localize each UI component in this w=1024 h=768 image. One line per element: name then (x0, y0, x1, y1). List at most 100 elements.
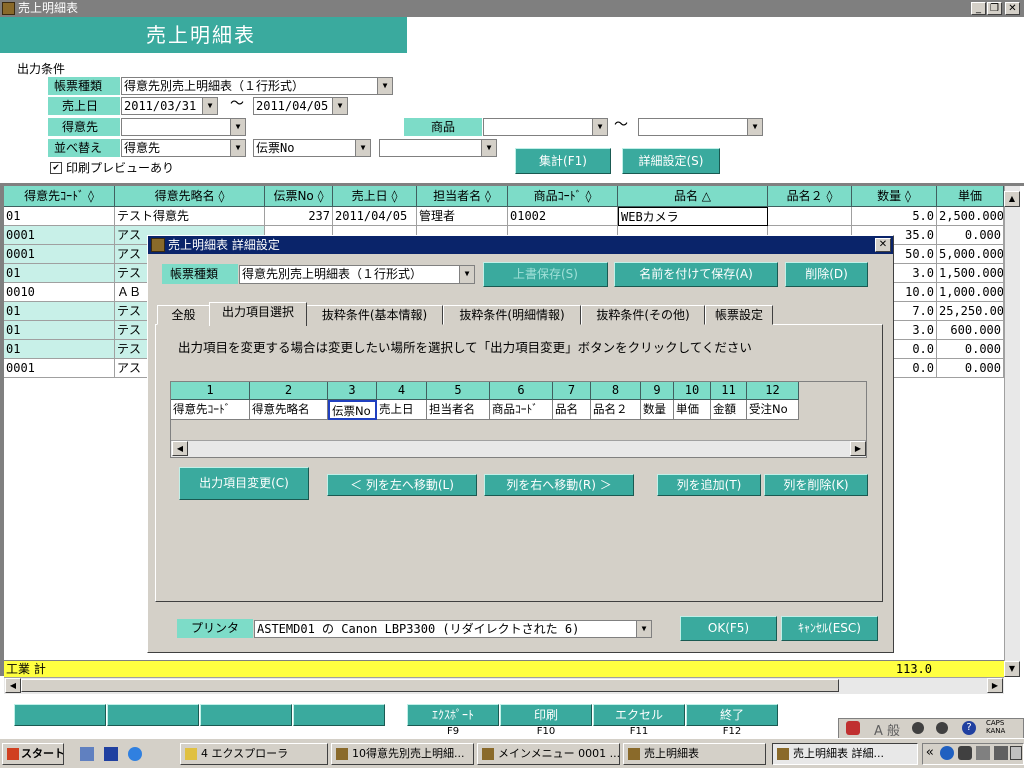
save-as-button[interactable]: 名前を付けて保存(A) (614, 262, 778, 287)
column-item-cell[interactable]: 受注No (747, 400, 799, 420)
excel-button[interactable]: エクセル (593, 704, 685, 726)
table-cell[interactable]: 0010 (4, 283, 115, 302)
customer-select[interactable]: ▼ (121, 118, 246, 136)
minimize-button[interactable]: _ (971, 2, 986, 15)
column-grid-hscrollbar[interactable] (171, 440, 866, 457)
aggregate-button[interactable]: 集計(F1) (515, 148, 611, 174)
table-cell[interactable]: 0001 (4, 359, 115, 378)
grid-vertical-scrollbar[interactable] (1004, 186, 1020, 677)
tray-monitor-icon[interactable] (958, 746, 972, 760)
detail-settings-button[interactable]: 詳細設定(S) (622, 148, 720, 174)
table-cell[interactable]: 1,500.000 (937, 264, 1004, 283)
table-cell[interactable]: 0.000 (937, 226, 1004, 245)
tray-network-icon[interactable] (940, 746, 954, 760)
export-button[interactable]: ｴｸｽﾎﾟｰﾄ (407, 704, 499, 726)
table-cell[interactable]: 01 (4, 321, 115, 340)
sort-select-2[interactable]: 伝票No ▼ (253, 139, 371, 157)
table-cell[interactable]: 5.0 (852, 207, 937, 226)
taskbar-item-explorer[interactable]: 4 エクスプローラ (180, 743, 328, 765)
tab-filter-other[interactable]: 抜粋条件(その他) (581, 305, 705, 325)
scroll-left-arrow-icon[interactable]: ◀ (5, 678, 21, 693)
print-button[interactable]: 印刷 (500, 704, 592, 726)
grid-header-staff[interactable]: 担当者名 ◊ (417, 186, 508, 207)
scroll-right-arrow-icon[interactable]: ▶ (987, 678, 1003, 693)
dialog-report-type-select[interactable]: 得意先別売上明細表（１行形式） ▼ (239, 265, 475, 284)
delete-button[interactable]: 削除(D) (785, 262, 868, 287)
printer-select[interactable]: ASTEMD01 の Canon LBP3300 (リダイレクトされた 6) ▼ (254, 620, 652, 638)
fkey-empty-2[interactable] (107, 704, 199, 726)
column-item-cell[interactable]: 得意先略名 (250, 400, 328, 420)
table-cell[interactable]: 管理者 (417, 207, 508, 226)
fkey-empty-3[interactable] (200, 704, 292, 726)
report-type-select[interactable]: 得意先別売上明細表（１行形式） ▼ (121, 77, 393, 95)
grid-header-sale-date[interactable]: 売上日 ◊ (333, 186, 417, 207)
fkey-empty-1[interactable] (14, 704, 106, 726)
column-item-cell[interactable]: 商品ｺｰﾄﾞ (490, 400, 553, 420)
scroll-down-arrow-icon[interactable]: ▼ (1004, 661, 1020, 677)
table-cell[interactable]: 2,500.000 (937, 207, 1004, 226)
cancel-button[interactable]: ｷｬﾝｾﾙ(ESC) (781, 616, 878, 641)
grid-header-customer-code[interactable]: 得意先ｺｰﾄﾞ ◊ (4, 186, 115, 207)
quicklaunch-mail-icon[interactable] (104, 747, 118, 761)
fkey-empty-4[interactable] (293, 704, 385, 726)
table-cell[interactable]: 5,000.000 (937, 245, 1004, 264)
column-item-cell[interactable]: 伝票No (328, 400, 377, 420)
column-item-cell[interactable]: 金額 (711, 400, 747, 420)
tab-output-columns[interactable]: 出力項目選択 (209, 302, 307, 326)
column-item-cell[interactable]: 単価 (674, 400, 711, 420)
scroll-right-arrow-icon[interactable]: ▶ (850, 441, 866, 456)
close-button[interactable]: ✕ (1005, 2, 1020, 15)
product-to-select[interactable]: ▼ (638, 118, 763, 136)
table-cell[interactable]: 25,250.000 (937, 302, 1004, 321)
sale-date-to-select[interactable]: 2011/04/05 ▼ (253, 97, 348, 115)
change-output-column-button[interactable]: 出力項目変更(C) (179, 467, 309, 500)
table-cell[interactable]: テスト得意先 (115, 207, 265, 226)
table-cell[interactable]: 0.000 (937, 340, 1004, 359)
grid-header-unit-price[interactable]: 単価 (937, 186, 1004, 207)
quicklaunch-ie-icon[interactable] (128, 747, 142, 761)
table-cell[interactable]: 1,000.000 (937, 283, 1004, 302)
product-from-select[interactable]: ▼ (483, 118, 608, 136)
column-item-cell[interactable]: 担当者名 (427, 400, 490, 420)
column-item-cell[interactable]: 品名２ (591, 400, 641, 420)
scroll-left-arrow-icon[interactable]: ◀ (172, 441, 188, 456)
sale-date-from-select[interactable]: 2011/03/31 ▼ (121, 97, 218, 115)
tray-ime-icon[interactable] (994, 746, 1008, 760)
scroll-up-arrow-icon[interactable]: ▲ (1004, 191, 1020, 207)
grid-header-customer-name[interactable]: 得意先略名 ◊ (115, 186, 265, 207)
table-cell[interactable]: 01 (4, 207, 115, 226)
table-cell[interactable]: WEBカメラ (618, 207, 768, 226)
grid-header-product-code[interactable]: 商品ｺｰﾄﾞ ◊ (508, 186, 618, 207)
table-cell[interactable]: 0.000 (937, 359, 1004, 378)
move-column-left-button[interactable]: ＜ 列を左へ移動(L) (327, 474, 477, 496)
tray-display-icon[interactable] (976, 746, 990, 760)
taskbar-item-detail-settings[interactable]: 売上明細表 詳細... (772, 743, 918, 765)
tab-general[interactable]: 全般 (157, 305, 210, 325)
start-button[interactable]: スタート (2, 743, 64, 765)
grid-header-product-name[interactable]: 品名 △ (618, 186, 768, 207)
table-cell[interactable]: 0001 (4, 226, 115, 245)
taskbar-item-sales-detail[interactable]: 売上明細表 (623, 743, 766, 765)
table-cell[interactable]: 2011/04/05 (333, 207, 417, 226)
table-cell[interactable]: 01 (4, 264, 115, 283)
ok-button[interactable]: OK(F5) (680, 616, 777, 641)
help-icon[interactable]: ? (962, 721, 976, 735)
exit-button[interactable]: 終了 (686, 704, 778, 726)
taskbar-item-main-menu[interactable]: メインメニュー 0001 ... (477, 743, 620, 765)
tray-speaker-icon[interactable] (1010, 746, 1022, 760)
table-cell[interactable]: 237 (265, 207, 333, 226)
column-item-cell[interactable]: 数量 (641, 400, 674, 420)
table-cell[interactable]: 01 (4, 340, 115, 359)
grid-header-quantity[interactable]: 数量 ◊ (852, 186, 937, 207)
ime-icon[interactable] (846, 721, 860, 735)
column-item-cell[interactable]: 品名 (553, 400, 591, 420)
column-item-cell[interactable]: 得意先ｺｰﾄﾞ (171, 400, 250, 420)
table-cell[interactable]: 01002 (508, 207, 618, 226)
quicklaunch-desktop-icon[interactable] (80, 747, 94, 761)
ime-tool-icon[interactable] (912, 722, 924, 734)
sort-select-3[interactable]: ▼ (379, 139, 497, 157)
tab-filter-basic[interactable]: 抜粋条件(基本情報) (306, 305, 443, 325)
delete-column-button[interactable]: 列を削除(K) (764, 474, 868, 496)
app-icon[interactable] (2, 2, 15, 15)
overwrite-save-button[interactable]: 上書保存(S) (483, 262, 608, 287)
